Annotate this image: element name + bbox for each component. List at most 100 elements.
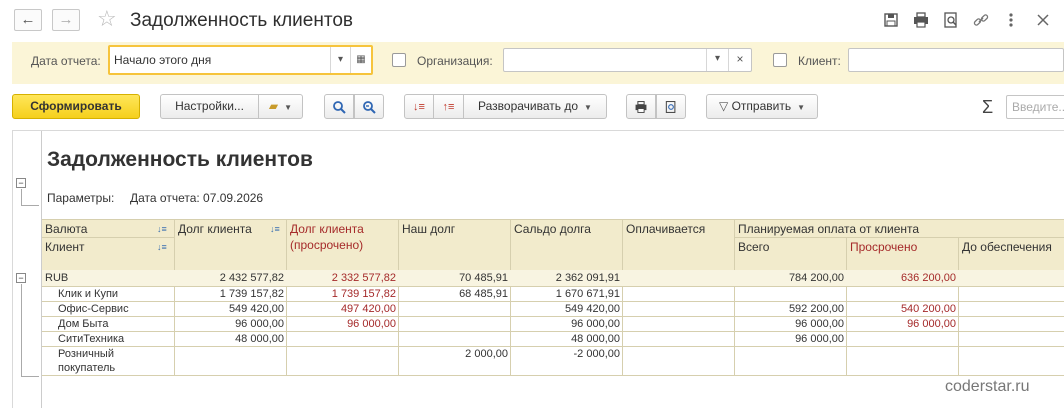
variant-dropdown-button[interactable]: ▰ ▼ — [258, 94, 303, 119]
cell-debt: 1 739 157,82 — [219, 288, 284, 300]
grid-line — [735, 237, 1064, 238]
cell-plan-total: 96 000,00 — [795, 318, 844, 330]
search-next-icon — [363, 101, 376, 114]
organization-checkbox[interactable] — [392, 53, 406, 67]
watermark: coderstar.ru — [945, 378, 1030, 395]
cell-overdue: 2 332 577,82 — [331, 272, 396, 284]
preview-icon — [665, 101, 676, 113]
preview-button[interactable] — [656, 94, 686, 119]
header-being-paid: Оплачивается — [626, 222, 706, 236]
header-balance: Сальдо долга — [514, 222, 591, 236]
calendar-icon[interactable]: ▦ — [350, 47, 371, 73]
send-button[interactable]: ▽ Отправить ▼ — [706, 94, 818, 119]
find-next-button[interactable] — [354, 94, 384, 119]
cell-our-debt: 2 000,00 — [465, 348, 508, 360]
cell-debt: 549 420,00 — [228, 303, 284, 315]
header-client-debt: Долг клиента — [178, 222, 252, 236]
report-toolbar: Сформировать Настройки... ▰ ▼ ↓≡ ↑≡ Разво… — [0, 92, 1064, 124]
sort-icon[interactable]: ↓≡ — [270, 224, 280, 234]
expand-to-button[interactable]: Разворачивать до ▼ — [464, 94, 607, 119]
more-icon[interactable] — [1002, 11, 1020, 29]
row-name: Розничный — [58, 348, 114, 360]
grid-line — [622, 219, 623, 375]
chevron-down-icon[interactable]: ▾ — [706, 49, 728, 71]
collapse-group-icon[interactable]: − — [16, 178, 26, 188]
params-value: Дата отчета: 07.09.2026 — [130, 191, 264, 205]
cell-balance: 2 362 091,91 — [555, 272, 620, 284]
header-our-debt: Наш долг — [402, 222, 456, 236]
params-label: Параметры: — [47, 191, 115, 205]
grid-line — [734, 219, 735, 375]
preview-icon[interactable] — [942, 11, 960, 29]
print-icon — [635, 101, 647, 113]
back-button[interactable]: ← — [14, 9, 42, 31]
grid-line — [398, 219, 399, 375]
star-icon[interactable]: ☆ — [97, 7, 117, 31]
group-line — [21, 205, 39, 206]
print-button[interactable] — [626, 94, 656, 119]
expand-all-button[interactable]: ↓≡ — [404, 94, 434, 119]
search-icon — [333, 101, 346, 114]
settings-button[interactable]: Настройки... — [160, 94, 258, 119]
row-name-2: покупатель — [58, 362, 116, 374]
organization-field[interactable]: ▾ × — [503, 48, 752, 72]
search-input[interactable]: Введите... — [1006, 95, 1064, 119]
sort-icon[interactable]: ↓≡ — [157, 224, 167, 234]
header-until-security: До обеспечения — [962, 240, 1052, 254]
grid-line — [286, 219, 287, 375]
cell-plan-overdue: 96 000,00 — [907, 318, 956, 330]
cell-overdue: 497 420,00 — [340, 303, 396, 315]
report-date-field[interactable]: Начало этого дня ▾ ▦ — [108, 45, 373, 75]
collapse-all-button[interactable]: ↑≡ — [434, 94, 464, 119]
cell-our-debt: 70 485,91 — [459, 272, 508, 284]
organization-label: Организация: — [417, 54, 493, 68]
header-overdue: Просрочено — [850, 240, 918, 254]
client-label: Клиент: — [798, 54, 841, 68]
row-name: Дом Быта — [58, 318, 109, 330]
chevron-down-icon: ▼ — [797, 103, 805, 112]
forward-button[interactable]: → — [52, 9, 80, 31]
cell-plan-total: 784 200,00 — [788, 272, 844, 284]
cell-balance: 96 000,00 — [571, 318, 620, 330]
print-icon[interactable] — [912, 11, 930, 29]
client-checkbox[interactable] — [773, 53, 787, 67]
arrow-right-icon: → — [58, 11, 74, 28]
sum-icon[interactable]: Σ — [982, 97, 993, 117]
page-title: Задолженность клиентов — [130, 10, 354, 31]
grid-line — [846, 237, 847, 375]
header-client-debt-overdue-2: (просрочено) — [290, 238, 364, 252]
close-icon[interactable] — [1034, 11, 1052, 29]
row-name: RUB — [45, 272, 69, 284]
cell-plan-overdue: 636 200,00 — [900, 272, 956, 284]
link-icon[interactable] — [972, 11, 990, 29]
grid-line — [42, 219, 1064, 220]
save-icon[interactable] — [882, 11, 900, 29]
cell-debt: 2 432 577,82 — [219, 272, 284, 284]
chevron-down-icon: ▼ — [284, 103, 293, 112]
grid-line — [42, 375, 1064, 376]
report-title: Задолженность клиентов — [47, 148, 313, 171]
arrow-left-icon: ← — [20, 11, 36, 28]
header-total: Всего — [738, 240, 770, 254]
grid-line — [42, 237, 174, 238]
cell-balance: 1 670 671,91 — [555, 288, 620, 300]
grid-line — [958, 237, 959, 375]
row-name: Клик и Купи — [58, 288, 119, 300]
client-field[interactable] — [848, 48, 1064, 72]
chevron-down-icon[interactable]: ▾ — [330, 47, 350, 73]
cell-balance: 549 420,00 — [564, 303, 620, 315]
find-button[interactable] — [324, 94, 354, 119]
header-currency: Валюта — [45, 222, 88, 236]
collapse-group-icon[interactable]: − — [16, 273, 26, 283]
send-icon: ▽ — [719, 99, 732, 113]
group-line — [21, 284, 22, 376]
row-name: СитиТехника — [58, 333, 125, 345]
clear-icon[interactable]: × — [728, 49, 751, 71]
row-name: Офис-Сервис — [58, 303, 129, 315]
header-client-debt-overdue: Долг клиента — [290, 222, 364, 236]
cell-balance: 48 000,00 — [571, 333, 620, 345]
generate-button[interactable]: Сформировать — [12, 94, 140, 119]
sort-icon[interactable]: ↓≡ — [157, 242, 167, 252]
collapse-icon: ↑≡ — [442, 101, 455, 113]
cell-plan-total: 96 000,00 — [795, 333, 844, 345]
